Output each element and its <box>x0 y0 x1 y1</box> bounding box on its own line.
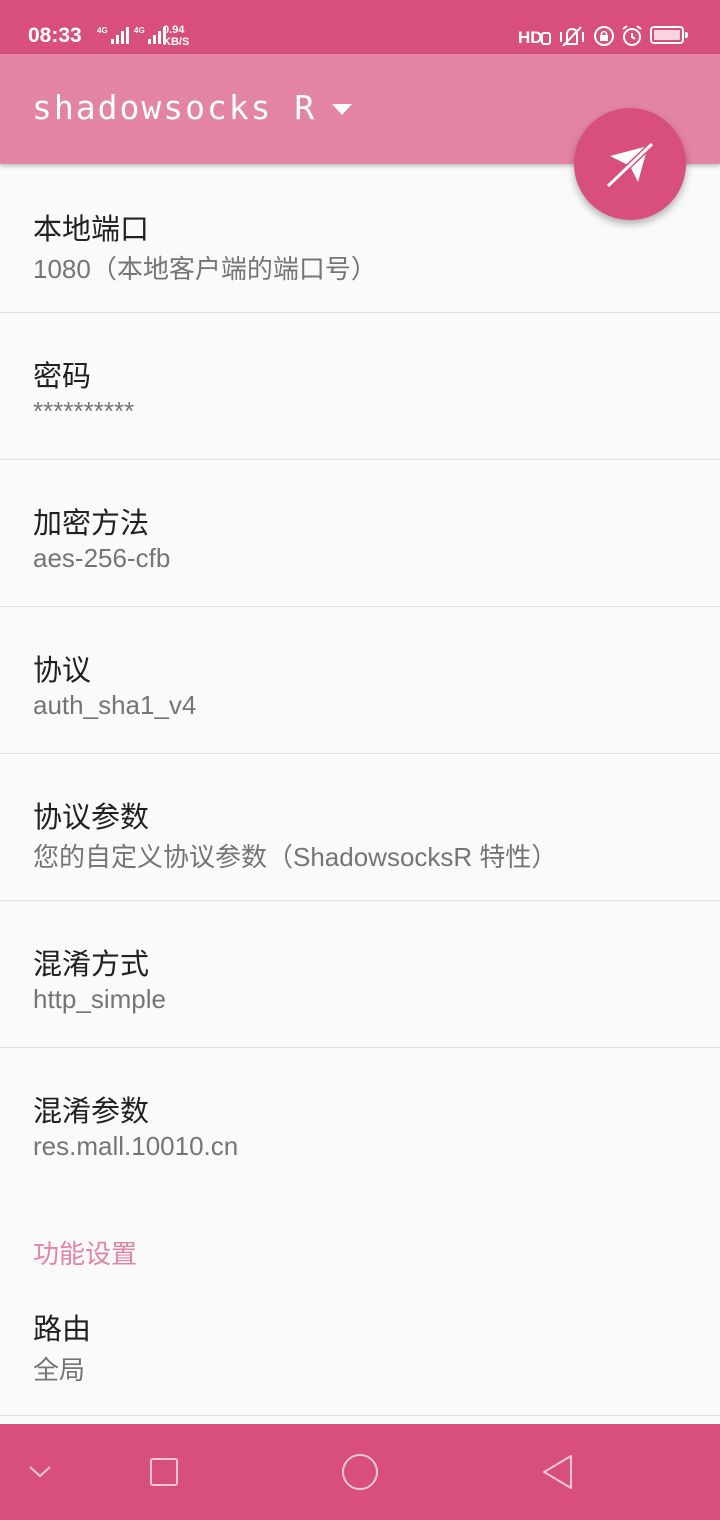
navigation-bar <box>0 1424 720 1520</box>
vibrate-icon <box>560 26 584 47</box>
svg-text:HD: HD <box>518 28 543 47</box>
sim1-label: 4G <box>97 26 108 35</box>
chevron-down-icon[interactable] <box>332 104 352 116</box>
lock-rotation-icon <box>594 26 614 46</box>
pref-title: 协议参数 <box>33 800 150 834</box>
pref-title: 路由 <box>33 1312 92 1346</box>
pref-summary: ********** <box>33 396 135 426</box>
pref-summary: res.mall.10010.cn <box>33 1131 239 1161</box>
nav-recents-button[interactable] <box>140 1424 188 1520</box>
pref-summary: http_simple <box>33 984 166 1014</box>
square-icon <box>150 1458 178 1486</box>
network-speed: 0.94 KB/S <box>163 24 189 48</box>
status-time: 08:33 <box>28 24 82 47</box>
pref-title: 本地端口 <box>33 212 150 246</box>
pref-route[interactable]: 路由 全局 <box>0 1290 720 1416</box>
pref-title: 协议 <box>33 653 92 687</box>
pref-summary: aes-256-cfb <box>33 543 171 573</box>
chevron-down-icon <box>29 1466 51 1478</box>
speed-unit: KB/S <box>163 36 190 48</box>
nav-hide-button[interactable] <box>20 1424 60 1520</box>
sim2-label: 4G <box>134 26 145 35</box>
status-bar: 08:33 4G 4G 0.94 KB/S HD <box>0 0 720 54</box>
alarm-icon <box>622 25 642 46</box>
hd-icon: HD <box>518 28 551 47</box>
pref-protocol[interactable]: 协议 auth_sha1_v4 <box>0 607 720 754</box>
pref-password[interactable]: 密码 ********** <box>0 313 720 460</box>
nav-back-button[interactable] <box>534 1424 582 1520</box>
pref-obfs-param[interactable]: 混淆参数 res.mall.10010.cn <box>0 1048 720 1195</box>
speed-value: 0.94 <box>163 24 185 36</box>
signal-sim1-icon: 4G <box>97 26 129 44</box>
pref-title: 加密方法 <box>33 506 150 540</box>
profile-selector[interactable]: shadowsocks R <box>32 88 316 127</box>
circle-icon <box>342 1454 378 1490</box>
settings-list: 本地端口 1080（本地客户端的端口号） 密码 ********** 加密方法 … <box>0 166 720 1195</box>
pref-title: 密码 <box>33 359 92 393</box>
pref-protocol-param[interactable]: 协议参数 您的自定义协议参数（ShadowsocksR 特性） <box>0 754 720 901</box>
battery-icon <box>650 26 688 44</box>
pref-title: 混淆参数 <box>33 1094 150 1128</box>
pref-summary: 您的自定义协议参数（ShadowsocksR 特性） <box>33 842 558 872</box>
pref-local-port[interactable]: 本地端口 1080（本地客户端的端口号） <box>0 166 720 313</box>
nav-home-button[interactable] <box>336 1424 384 1520</box>
triangle-back-icon <box>543 1455 572 1489</box>
pref-summary: 1080（本地客户端的端口号） <box>33 254 377 284</box>
pref-summary: 全局 <box>33 1355 86 1385</box>
section-header-features: 功能设置 <box>33 1240 138 1270</box>
pref-obfs[interactable]: 混淆方式 http_simple <box>0 901 720 1048</box>
pref-title: 混淆方式 <box>33 947 150 981</box>
pref-encrypt-method[interactable]: 加密方法 aes-256-cfb <box>0 460 720 607</box>
signal-sim2-icon: 4G <box>134 26 166 44</box>
pref-summary: auth_sha1_v4 <box>33 690 197 720</box>
